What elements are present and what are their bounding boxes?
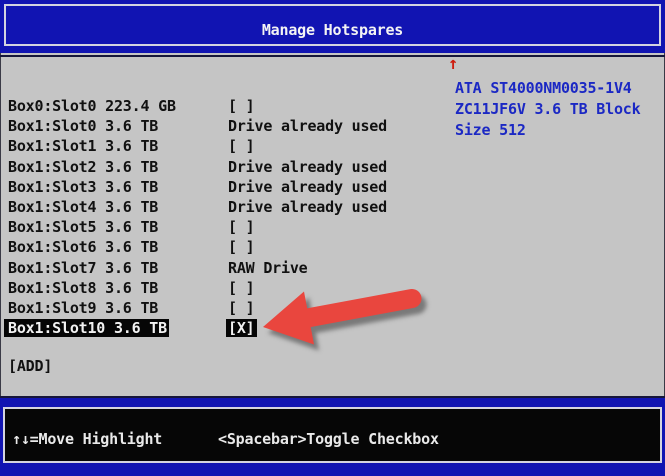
drive-row[interactable]: Box1:Slot2 3.6 TB Drive already used xyxy=(0,157,460,177)
footer-divider xyxy=(0,396,665,398)
drive-label: Box1:Slot5 3.6 TB xyxy=(4,218,160,236)
red-pointer-arrow-icon xyxy=(250,280,432,356)
drive-row[interactable]: Box1:Slot6 3.6 TB [ ] xyxy=(0,237,460,257)
manage-hotspares-screen: Manage Hotspares Box0:Slot0 223.4 GB [ ]… xyxy=(0,0,665,476)
drive-label: Box1:Slot4 3.6 TB xyxy=(4,198,160,216)
drive-label: Box1:Slot6 3.6 TB xyxy=(4,238,160,256)
drive-status-text: Drive already used xyxy=(226,158,389,176)
drive-row[interactable]: Box0:Slot0 223.4 GB [ ] xyxy=(0,96,460,116)
drive-status-text: RAW Drive xyxy=(226,259,309,277)
drive-row[interactable]: Box1:Slot7 3.6 TB RAW Drive xyxy=(0,258,460,278)
add-button[interactable]: [ADD] xyxy=(8,357,52,377)
scroll-up-icon: ↑ xyxy=(448,54,458,74)
drive-label: Box1:Slot3 3.6 TB xyxy=(4,178,160,196)
drive-row[interactable]: Box1:Slot5 3.6 TB [ ] xyxy=(0,217,460,237)
drive-row[interactable]: Box1:Slot1 3.6 TB [ ] xyxy=(0,136,460,156)
drive-label: Box1:Slot1 3.6 TB xyxy=(4,137,160,155)
drive-status-text: Drive already used xyxy=(226,117,389,135)
hotspare-checkbox[interactable]: [ ] xyxy=(226,218,257,236)
drive-info-panel: ATA ST4000NM0035-1V4 ZC11JF6V 3.6 TB Bloc… xyxy=(455,78,640,141)
hotspare-checkbox[interactable]: [ ] xyxy=(226,238,257,256)
drive-label: Box1:Slot2 3.6 TB xyxy=(4,158,160,176)
drive-status-text: Drive already used xyxy=(226,178,389,196)
hint-toggle-checkbox: <Spacebar>Toggle Checkbox xyxy=(218,430,439,448)
hotspare-checkbox[interactable]: [ ] xyxy=(226,137,257,155)
drive-label: Box0:Slot0 223.4 GB xyxy=(4,97,178,115)
hint-move-highlight: ↑↓=Move Highlight xyxy=(12,430,162,448)
title-bar: Manage Hotspares xyxy=(0,0,665,53)
hotspare-checkbox[interactable]: [ ] xyxy=(226,97,257,115)
drive-row[interactable]: Box1:Slot4 3.6 TB Drive already used xyxy=(0,197,460,217)
header-divider xyxy=(0,55,665,57)
drive-label: Box1:Slot7 3.6 TB xyxy=(4,259,160,277)
drive-row[interactable]: Box1:Slot0 3.6 TB Drive already used xyxy=(0,116,460,136)
drive-label: Box1:Slot9 3.6 TB xyxy=(4,299,160,317)
drive-info-line: Size 512 xyxy=(455,121,526,139)
drive-label: Box1:Slot8 3.6 TB xyxy=(4,279,160,297)
drive-info-line: ZC11JF6V 3.6 TB Block xyxy=(455,100,640,118)
drive-info-line: ATA ST4000NM0035-1V4 xyxy=(455,79,632,97)
page-title: Manage Hotspares xyxy=(0,21,665,39)
drive-label: Box1:Slot0 3.6 TB xyxy=(4,117,160,135)
drive-row[interactable]: Box1:Slot3 3.6 TB Drive already used xyxy=(0,177,460,197)
footer-bar: ↑↓=Move Highlight <Spacebar>Toggle Check… xyxy=(0,396,665,476)
drive-label: Box1:Slot10 3.6 TB xyxy=(4,319,169,337)
drive-status-text: Drive already used xyxy=(226,198,389,216)
